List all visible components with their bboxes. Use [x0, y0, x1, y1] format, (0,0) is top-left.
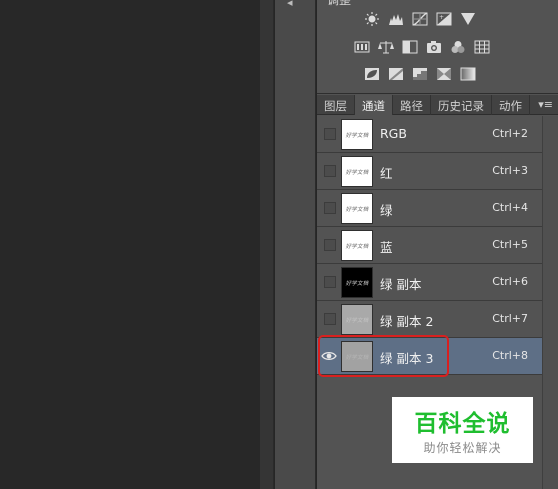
tab-layers[interactable]: 图层 [317, 95, 355, 115]
watermark-logo: 百科全说 助你轻松解决 [392, 397, 533, 463]
panel-separator[interactable] [260, 0, 274, 489]
levels-icon[interactable] [387, 11, 405, 27]
channel-thumbnail: 好学文档 [341, 267, 373, 298]
adjustments-title: 调整 [327, 0, 352, 7]
channel-thumbnail: 好学文档 [341, 230, 373, 261]
posterize-icon[interactable] [387, 66, 405, 82]
collapsed-panel-column: ◂ [275, 0, 316, 489]
visibility-toggle[interactable] [324, 165, 336, 177]
channel-shortcut: Ctrl+5 [492, 238, 528, 251]
channel-row-green-copy[interactable]: 好学文档 绿 副本 Ctrl+6 [317, 264, 542, 301]
channel-shortcut: Ctrl+3 [492, 164, 528, 177]
adjustments-panel: 调整 + [317, 0, 558, 94]
channel-thumbnail: 好学文档 [341, 304, 373, 335]
channel-name: 蓝 [380, 240, 393, 255]
channel-row-blue[interactable]: 好学文档 蓝 Ctrl+5 [317, 227, 542, 264]
channel-row-green-copy-2[interactable]: 好学文档 绿 副本 2 Ctrl+7 [317, 301, 542, 338]
channel-name: 绿 副本 2 [380, 314, 434, 329]
channel-row-green[interactable]: 好学文档 绿 Ctrl+4 [317, 190, 542, 227]
channel-row-red[interactable]: 好学文档 红 Ctrl+3 [317, 153, 542, 190]
channel-shortcut: Ctrl+8 [492, 349, 528, 362]
photo-filter-icon[interactable] [425, 39, 443, 55]
visibility-toggle[interactable] [324, 239, 336, 251]
adjustments-row-3 [363, 66, 477, 82]
visibility-toggle[interactable] [324, 202, 336, 214]
channel-name: 红 [380, 166, 393, 181]
color-balance-icon[interactable] [377, 39, 395, 55]
channel-shortcut: Ctrl+7 [492, 312, 528, 325]
gradient-map-icon[interactable] [435, 66, 453, 82]
channel-row-rgb[interactable]: 好学文档 RGB Ctrl+2 [317, 116, 542, 153]
svg-text:+: + [439, 14, 444, 21]
panel-tabs: 图层 通道 路径 历史记录 动作 ▾≡ [317, 95, 558, 115]
collapse-arrow-icon[interactable]: ◂ [287, 0, 293, 9]
panel-menu-icon[interactable]: ▾≡ [538, 95, 558, 114]
channel-list-scrollbar[interactable] [542, 116, 558, 489]
channel-thumbnail: 好学文档 [341, 119, 373, 150]
threshold-icon[interactable] [411, 66, 429, 82]
tab-channels[interactable]: 通道 [355, 95, 393, 115]
channel-shortcut: Ctrl+4 [492, 201, 528, 214]
color-lookup-icon[interactable] [473, 39, 491, 55]
channel-shortcut: Ctrl+6 [492, 275, 528, 288]
brightness-contrast-icon[interactable] [363, 11, 381, 27]
watermark-subtitle: 助你轻松解决 [423, 441, 502, 455]
visibility-toggle[interactable] [324, 276, 336, 288]
tab-history[interactable]: 历史记录 [431, 95, 492, 115]
adjustments-row-1: + [363, 11, 477, 27]
channel-thumbnail: 好学文档 [341, 156, 373, 187]
channel-name: 绿 [380, 203, 393, 218]
exposure-icon[interactable]: + [435, 11, 453, 27]
channel-mixer-icon[interactable] [449, 39, 467, 55]
channel-shortcut: Ctrl+2 [492, 127, 528, 140]
channel-name: 绿 副本 [380, 277, 422, 292]
tab-paths[interactable]: 路径 [393, 95, 431, 115]
black-white-icon[interactable] [401, 39, 419, 55]
watermark-title: 百科全说 [414, 411, 511, 437]
tab-actions[interactable]: 动作 [492, 95, 530, 115]
channel-name: RGB [380, 126, 407, 141]
visibility-toggle[interactable] [324, 313, 336, 325]
curves-icon[interactable] [411, 11, 429, 27]
vibrance-icon[interactable] [353, 39, 371, 55]
invert-icon[interactable] [363, 66, 381, 82]
triangle-icon[interactable] [459, 11, 477, 27]
selective-color-icon[interactable] [459, 66, 477, 82]
adjustments-row-2 [353, 39, 491, 55]
channel-thumbnail: 好学文档 [341, 193, 373, 224]
document-canvas-area [0, 0, 260, 489]
highlight-annotation [318, 335, 449, 377]
visibility-toggle[interactable] [324, 128, 336, 140]
